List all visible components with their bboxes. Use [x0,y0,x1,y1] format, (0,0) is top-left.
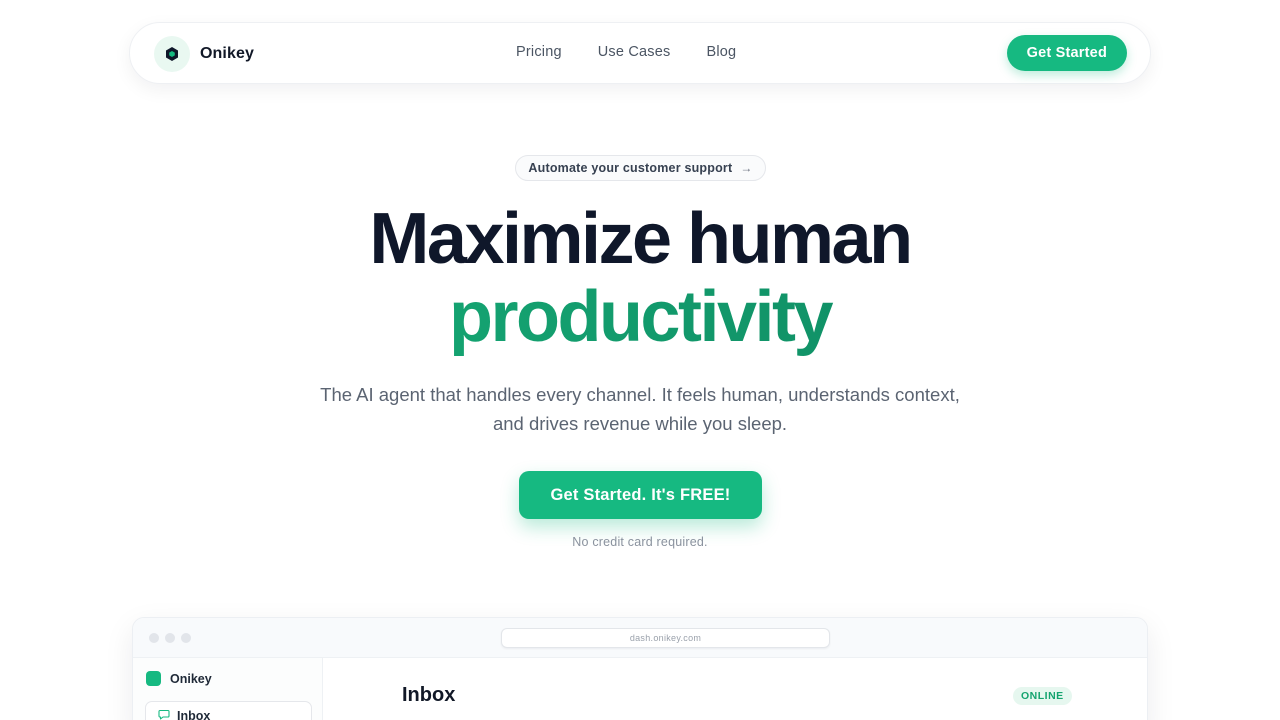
preview-sidebar-brand: Onikey [146,671,212,686]
status-badge: ONLINE [1013,687,1072,705]
hero-headline-line1: Maximize human [369,199,913,279]
hero-get-started-button[interactable]: Get Started. It's FREE! [519,471,762,519]
sidebar-item-inbox[interactable]: Inbox [145,701,312,720]
sidebar-item-inbox-label: Inbox [177,709,211,720]
hero-subcopy-line2: and drives revenue while you sleep. [492,413,788,434]
nav-links: Pricing Use Cases Blog [516,44,736,60]
preview-sidebar-brand-name: Onikey [170,671,212,686]
dashboard-preview: dash.onikey.com Onikey Inbox Inbox ONLIN… [132,617,1148,720]
arrow-right-icon: → [740,161,753,175]
preview-url-bar: dash.onikey.com [501,628,830,648]
square-logo-icon [146,671,161,686]
announcement-pill[interactable]: Automate your customer support → [515,155,766,181]
window-dot-icon [181,633,191,643]
announcement-pill-label: Automate your customer support [528,161,733,175]
preview-window-bar: dash.onikey.com [133,618,1147,658]
nav-link-blog[interactable]: Blog [706,44,736,60]
nav-link-pricing[interactable]: Pricing [516,44,562,60]
hero-subcopy: The AI agent that handles every channel.… [290,380,990,438]
top-navbar: Onikey Pricing Use Cases Blog Get Starte… [129,22,1151,84]
window-controls [149,633,191,643]
hero-headline-accent: productivity [0,278,1280,356]
brand-name: Onikey [200,45,254,62]
preview-sidebar: Onikey Inbox [133,658,323,720]
chat-bubble-icon [158,707,170,720]
window-dot-icon [165,633,175,643]
hero-headline: Maximize human productivity [0,200,1280,356]
brand[interactable]: Onikey [154,36,254,72]
hexagon-logo-icon [154,36,190,72]
hero-subcopy-line1: The AI agent that handles every channel.… [320,384,960,405]
nav-link-use-cases[interactable]: Use Cases [598,44,671,60]
preview-inbox-title: Inbox [402,684,456,706]
no-credit-card-note: No credit card required. [572,535,708,549]
window-dot-icon [149,633,159,643]
nav-get-started-button[interactable]: Get Started [1006,35,1127,71]
